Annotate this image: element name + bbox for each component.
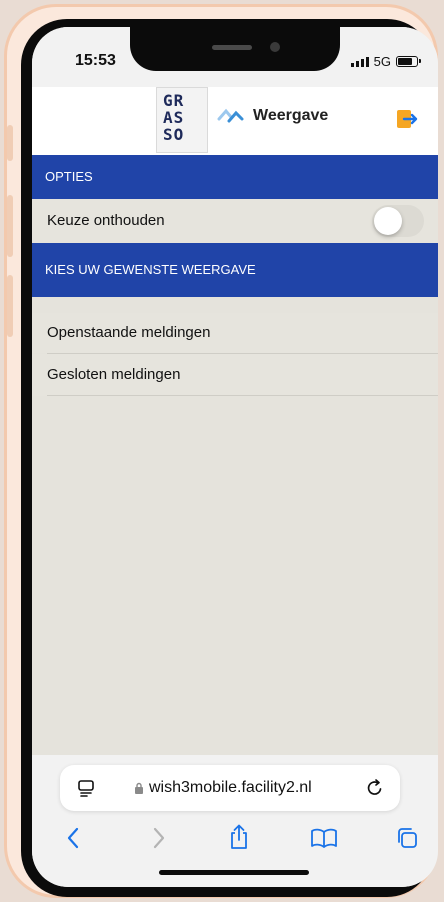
status-time: 15:53 bbox=[75, 52, 116, 69]
grasso-logo: GR AS SO bbox=[156, 87, 208, 153]
notch bbox=[130, 27, 340, 71]
camera bbox=[270, 42, 280, 52]
page-title: Weergave bbox=[217, 107, 328, 125]
views-section-header: KIES UW GEWENSTE WEERGAVE bbox=[32, 243, 438, 297]
share-icon[interactable] bbox=[228, 824, 250, 850]
page-menu-icon[interactable] bbox=[77, 779, 95, 797]
view-option-label: Gesloten meldingen bbox=[47, 366, 181, 383]
chevron-right-icon[interactable] bbox=[152, 827, 166, 849]
view-option-closed[interactable]: Gesloten meldingen bbox=[32, 354, 438, 396]
address-bar[interactable]: wish3mobile.facility2.nl bbox=[60, 765, 400, 811]
home-indicator[interactable] bbox=[159, 870, 309, 875]
toggle-knob bbox=[374, 207, 402, 235]
reload-icon[interactable] bbox=[366, 778, 384, 798]
divider bbox=[47, 395, 438, 396]
page-title-text: Weergave bbox=[253, 107, 329, 124]
tabs-overview-icon[interactable] bbox=[396, 827, 418, 849]
logo-line: GR bbox=[163, 91, 185, 110]
exit-icon[interactable] bbox=[396, 109, 418, 129]
lock-icon bbox=[135, 782, 143, 794]
browser-toolbar bbox=[32, 824, 438, 863]
app-header: GR AS SO Weergave bbox=[32, 87, 438, 155]
phone-side-button bbox=[7, 195, 13, 257]
phone-screen: 15:53 5G GR AS SO Weergave OPTIES Keuze … bbox=[32, 27, 438, 887]
battery-icon bbox=[396, 56, 421, 67]
chevron-left-icon[interactable] bbox=[66, 827, 80, 849]
speaker bbox=[212, 45, 252, 50]
network-label: 5G bbox=[373, 54, 391, 69]
view-option-open[interactable]: Openstaande meldingen bbox=[32, 313, 438, 353]
phone-frame: 15:53 5G GR AS SO Weergave OPTIES Keuze … bbox=[4, 4, 438, 898]
view-arrows-icon bbox=[217, 108, 244, 123]
remember-choice-label: Keuze onthouden bbox=[47, 212, 165, 229]
remember-choice-row: Keuze onthouden bbox=[32, 199, 438, 243]
view-option-label: Openstaande meldingen bbox=[47, 324, 211, 341]
phone-side-button bbox=[7, 125, 13, 161]
url-text: wish3mobile.facility2.nl bbox=[149, 779, 312, 796]
browser-bar: wish3mobile.facility2.nl bbox=[32, 755, 438, 887]
signal-icon bbox=[350, 56, 369, 67]
phone-side-button bbox=[7, 275, 13, 337]
logo-line: AS bbox=[163, 108, 185, 127]
remember-choice-toggle[interactable] bbox=[372, 205, 424, 237]
status-indicators: 5G bbox=[350, 54, 421, 69]
options-section-header: OPTIES bbox=[32, 155, 438, 199]
logo-line: SO bbox=[163, 125, 185, 144]
book-icon[interactable] bbox=[310, 827, 338, 849]
